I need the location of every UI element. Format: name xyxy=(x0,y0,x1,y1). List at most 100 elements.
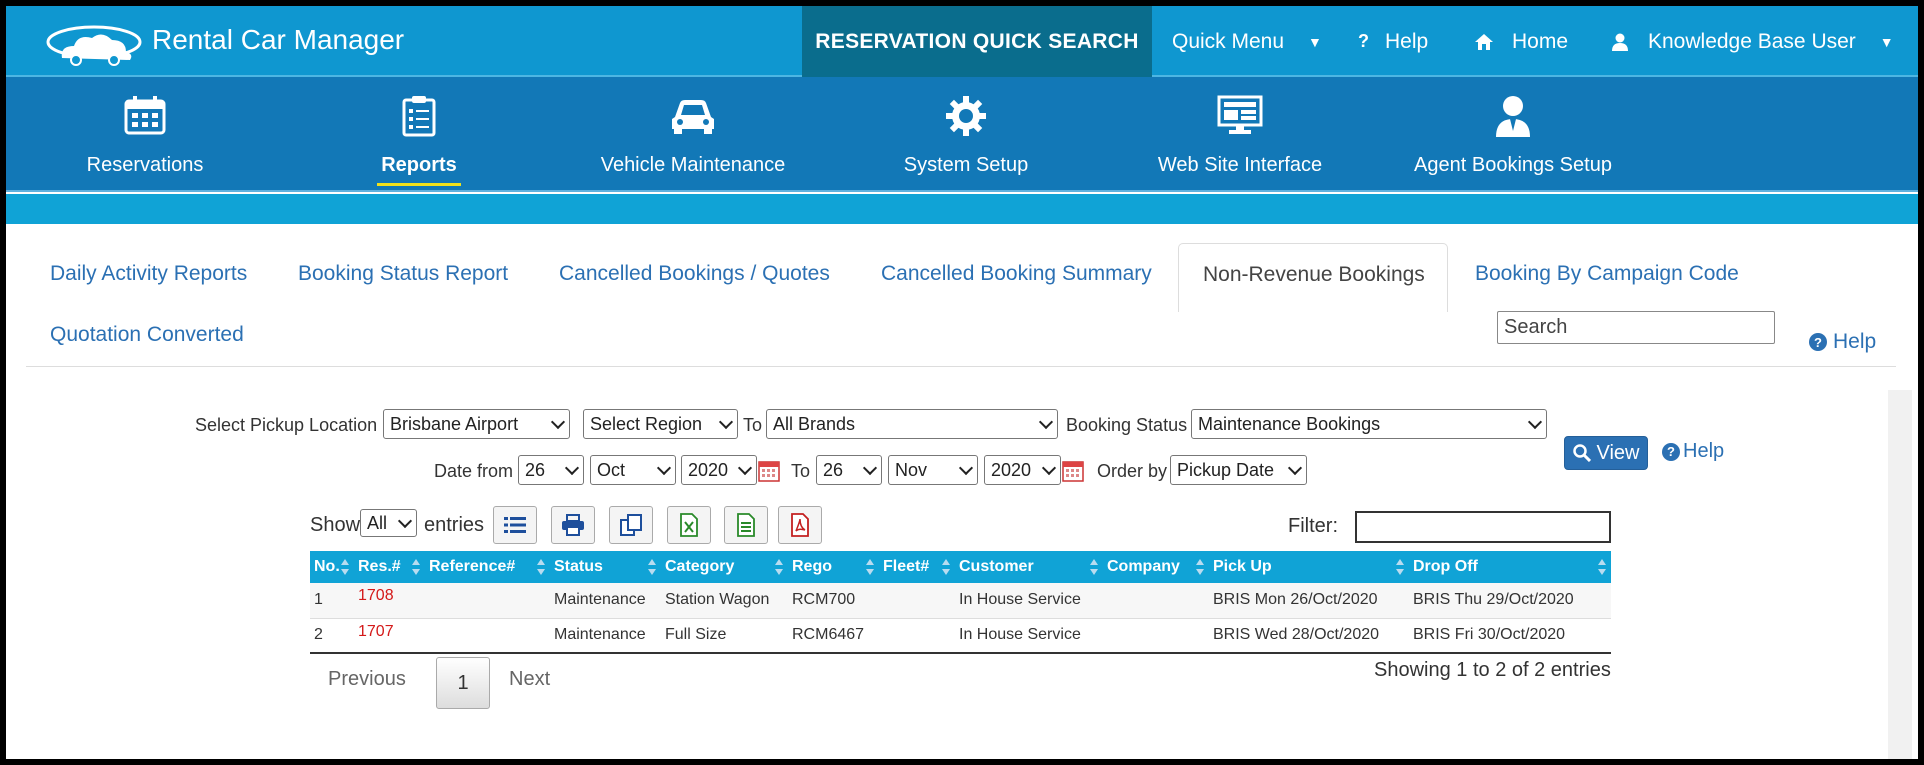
quick-menu-dropdown[interactable]: Quick Menu ▼ xyxy=(1172,6,1322,77)
chevron-down-icon xyxy=(656,460,672,475)
module-reports[interactable]: Reports xyxy=(289,77,549,192)
module-label: Vehicle Maintenance xyxy=(600,154,786,176)
order-by-label: Order by xyxy=(1097,461,1168,481)
tab-booking-by-campaign-code[interactable]: Booking By Campaign Code xyxy=(1475,262,1739,286)
copy-button[interactable] xyxy=(609,506,653,544)
reservation-link[interactable]: 1707 xyxy=(354,618,425,654)
table-header-row: No. Res.# Reference# Status Category Reg… xyxy=(310,551,1611,583)
print-button[interactable] xyxy=(551,506,595,544)
region-value: Select Region xyxy=(590,413,703,434)
sort-icon xyxy=(775,559,783,575)
to-year-value: 2020 xyxy=(991,459,1032,480)
help-link-label: Help xyxy=(1833,330,1877,353)
module-vehicle-maintenance[interactable]: Vehicle Maintenance xyxy=(563,77,823,192)
brand-select[interactable]: All Brands xyxy=(766,409,1058,439)
entries-info: Showing 1 to 2 of 2 entries xyxy=(1374,659,1611,681)
date-to-label: To xyxy=(791,461,811,481)
list-view-button[interactable] xyxy=(493,506,537,544)
module-web-site-interface[interactable]: Web Site Interface xyxy=(1110,77,1370,192)
export-excel-button[interactable] xyxy=(667,506,711,544)
agent-icon xyxy=(1496,96,1530,137)
export-csv-button[interactable] xyxy=(724,506,768,544)
cell-dropoff: BRIS Thu 29/Oct/2020 xyxy=(1409,583,1611,619)
module-reservations[interactable]: Reservations xyxy=(15,77,275,192)
tab-booking-status-report[interactable]: Booking Status Report xyxy=(298,262,508,286)
chevron-down-icon xyxy=(1527,414,1543,429)
monitor-icon xyxy=(1217,95,1263,134)
pdf-icon xyxy=(791,513,809,537)
from-day-select[interactable]: 26 xyxy=(518,455,584,485)
home-link[interactable]: Home xyxy=(1474,6,1568,77)
reservation-quick-search-button[interactable]: RESERVATION QUICK SEARCH xyxy=(802,6,1152,77)
cell-company xyxy=(1103,618,1209,654)
calendar-picker-icon[interactable] xyxy=(1062,460,1084,482)
pickup-location-select[interactable]: Brisbane Airport xyxy=(383,409,570,439)
module-label: System Setup xyxy=(903,154,1029,176)
module-agent-bookings-setup[interactable]: Agent Bookings Setup xyxy=(1383,77,1643,192)
module-bar: Reservations Reports Vehicle Maintenance xyxy=(6,77,1918,192)
column-header[interactable]: Customer xyxy=(955,551,1103,583)
tab-daily-activity-reports[interactable]: Daily Activity Reports xyxy=(50,262,247,286)
vertical-scrollbar[interactable] xyxy=(1888,390,1912,759)
to-day-select[interactable]: 26 xyxy=(816,455,882,485)
search-input[interactable] xyxy=(1497,311,1775,344)
tab-cancelled-booking-summary[interactable]: Cancelled Booking Summary xyxy=(881,262,1152,286)
reservation-link[interactable]: 1708 xyxy=(354,583,425,619)
module-label: Reservations xyxy=(86,154,204,176)
tab-quotation-converted[interactable]: Quotation Converted xyxy=(50,323,244,347)
order-by-select[interactable]: Pickup Date xyxy=(1170,455,1307,485)
cell-customer: In House Service xyxy=(955,583,1103,619)
filter-help-link[interactable]: ? Help xyxy=(1662,440,1724,463)
column-label: Drop Off xyxy=(1413,558,1478,575)
table-row[interactable]: 1 1708 Maintenance Station Wagon RCM700 … xyxy=(310,583,1611,619)
column-header[interactable]: Fleet# xyxy=(879,551,955,583)
brand-value: All Brands xyxy=(773,413,856,434)
cell-category: Full Size xyxy=(661,618,788,654)
table-row[interactable]: 2 1707 Maintenance Full Size RCM6467 In … xyxy=(310,618,1611,654)
to-month-select[interactable]: Nov xyxy=(888,455,978,485)
column-label: Status xyxy=(554,558,603,575)
pickup-location-value: Brisbane Airport xyxy=(390,413,519,434)
module-label: Reports xyxy=(381,154,457,176)
sort-icon xyxy=(1090,559,1098,575)
column-header[interactable]: Category xyxy=(661,551,788,583)
help-link[interactable]: ? Help xyxy=(1809,330,1876,354)
from-month-value: Oct xyxy=(597,459,626,480)
page-1-button[interactable]: 1 xyxy=(436,657,490,709)
view-button[interactable]: View xyxy=(1564,436,1648,470)
cell-fleet xyxy=(879,583,955,619)
car-icon xyxy=(672,100,714,134)
column-header[interactable]: Pick Up xyxy=(1209,551,1409,583)
from-month-select[interactable]: Oct xyxy=(590,455,676,485)
booking-status-select[interactable]: Maintenance Bookings xyxy=(1191,409,1547,439)
previous-page-button[interactable]: Previous xyxy=(328,668,406,691)
calendar-picker-icon[interactable] xyxy=(758,460,780,482)
tab-non-revenue-bookings[interactable]: Non-Revenue Bookings xyxy=(1178,243,1448,312)
column-header[interactable]: Reference# xyxy=(425,551,550,583)
filter-input[interactable] xyxy=(1355,511,1611,543)
sort-icon xyxy=(537,559,545,575)
column-header[interactable]: Status xyxy=(550,551,661,583)
column-header[interactable]: Drop Off xyxy=(1409,551,1611,583)
column-header[interactable]: Rego xyxy=(788,551,879,583)
order-by-value: Pickup Date xyxy=(1177,459,1275,480)
tab-cancelled-bookings-quotes[interactable]: Cancelled Bookings / Quotes xyxy=(559,262,830,286)
to-year-select[interactable]: 2020 xyxy=(984,455,1061,485)
region-select[interactable]: Select Region xyxy=(583,409,738,439)
module-label: Web Site Interface xyxy=(1157,154,1323,176)
column-header[interactable]: Company xyxy=(1103,551,1209,583)
entries-select[interactable]: All xyxy=(360,509,417,537)
sort-icon xyxy=(1196,559,1204,575)
next-page-button[interactable]: Next xyxy=(509,668,550,691)
module-system-setup[interactable]: System Setup xyxy=(836,77,1096,192)
to-day-value: 26 xyxy=(823,459,844,480)
cell-customer: In House Service xyxy=(955,618,1103,654)
column-header[interactable]: No. xyxy=(310,551,354,583)
export-pdf-button[interactable] xyxy=(778,506,822,544)
cell-no: 2 xyxy=(310,618,354,654)
from-year-select[interactable]: 2020 xyxy=(681,455,757,485)
help-link-top[interactable]: ? Help xyxy=(1358,6,1428,77)
column-header[interactable]: Res.# xyxy=(354,551,425,583)
user-menu-dropdown[interactable]: Knowledge Base User ▼ xyxy=(1612,6,1894,77)
sort-icon xyxy=(412,559,420,575)
